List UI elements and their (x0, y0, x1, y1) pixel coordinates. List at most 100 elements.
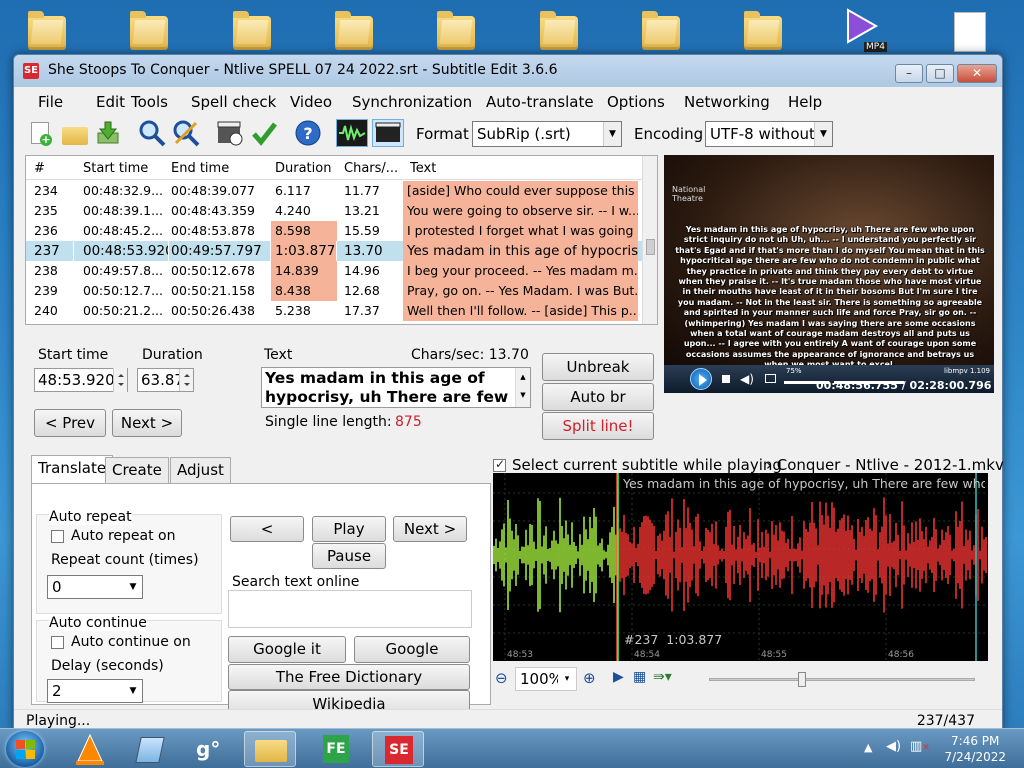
video-toggle-icon[interactable] (372, 119, 404, 147)
prev-button[interactable]: < Prev (34, 409, 106, 437)
google-button[interactable]: Google (354, 636, 470, 663)
zoom-in-icon[interactable]: ⊕ (583, 669, 596, 687)
fullscreen-icon[interactable] (765, 374, 776, 383)
visual-sync-icon[interactable] (216, 119, 244, 147)
menu-edit[interactable]: Edit (96, 93, 125, 111)
menu-file[interactable]: File (38, 93, 63, 111)
auto-repeat-checkbox[interactable] (51, 530, 64, 543)
desktop-folder-icon[interactable] (335, 6, 373, 52)
desktop-folder-icon[interactable] (130, 6, 168, 52)
google-it-button[interactable]: Google it (228, 636, 346, 663)
new-file-icon[interactable]: + (26, 119, 54, 147)
previous-subtitle-button[interactable]: < (230, 516, 304, 542)
desktop-folder-icon[interactable] (540, 6, 578, 52)
search-text-input[interactable] (228, 590, 472, 628)
repeat-count-select[interactable]: 0 ▼ (47, 575, 143, 599)
audio-waveform[interactable]: 48:53 48:54 48:55 48:56 Yes madam in this a… (493, 473, 988, 661)
volume-tray-icon[interactable]: ◀) (886, 739, 901, 754)
menu-networking[interactable]: Networking (684, 93, 770, 111)
free-dictionary-button[interactable]: The Free Dictionary (228, 664, 470, 690)
menu-tools[interactable]: Tools (131, 93, 168, 111)
video-player[interactable]: National Theatre Yes madam in this age o… (664, 155, 994, 393)
format-select[interactable]: SubRip (.srt) ▼ (472, 121, 622, 147)
unbreak-button[interactable]: Unbreak (542, 353, 654, 381)
notebook-taskbar-icon[interactable] (124, 731, 176, 767)
desktop-folder-icon[interactable] (744, 6, 782, 52)
split-line-button[interactable]: Split line! (542, 412, 654, 440)
subtitle-text-input[interactable]: Yes madam in this age of hypocrisy, uh T… (261, 367, 531, 408)
zoom-select[interactable]: 100% ▾ (515, 667, 577, 691)
menu-video[interactable]: Video (290, 93, 332, 111)
start-time-spinner[interactable] (113, 368, 127, 392)
clock[interactable]: 7:46 PM 7/24/2022 (944, 733, 1006, 765)
pause-button[interactable]: Pause (312, 543, 386, 569)
menu-spell-check[interactable]: Spell check (191, 93, 276, 111)
select-current-subtitle-checkbox[interactable] (493, 457, 506, 472)
col-start-time[interactable]: Start time (83, 161, 148, 176)
table-row[interactable]: 235 00:48:39.1... 00:48:43.359 4.240 13.21 Yo… (26, 201, 644, 221)
sync-arrows-icon[interactable]: ⇛▾ (653, 669, 672, 685)
delay-select[interactable]: 2 ▼ (47, 679, 143, 703)
spell-check-icon[interactable] (250, 119, 278, 147)
subtitle-grid[interactable]: # Start time End time Duration Chars/...… (25, 155, 658, 325)
zoom-out-icon[interactable]: ⊖ (495, 669, 508, 687)
desktop-folder-icon[interactable] (437, 6, 475, 52)
table-row[interactable]: 234 00:48:32.9... 00:48:39.077 6.117 11.77 [a… (26, 181, 644, 201)
help-icon[interactable]: ? (294, 119, 322, 147)
menu-options[interactable]: Options (607, 93, 665, 111)
title-bar[interactable]: SE She Stoops To Conquer - Ntlive SPELL … (14, 55, 1002, 87)
desktop-folder-icon[interactable] (233, 6, 271, 52)
desktop-mp4-icon[interactable]: MP4 (840, 6, 890, 52)
stop-icon[interactable] (722, 375, 730, 383)
auto-br-button[interactable]: Auto br (542, 383, 654, 411)
save-download-icon[interactable] (94, 119, 122, 147)
gom-taskbar-icon[interactable]: g° (184, 731, 236, 767)
next-button[interactable]: Next > (112, 409, 182, 437)
play-icon[interactable] (690, 368, 712, 390)
menu-help[interactable]: Help (788, 93, 822, 111)
vlc-taskbar-icon[interactable] (64, 731, 116, 767)
minimize-button[interactable]: – (895, 64, 923, 83)
desktop-folder-icon[interactable] (28, 6, 66, 52)
find-icon[interactable] (138, 119, 166, 147)
tray-expand-icon[interactable]: ▲ (864, 741, 872, 754)
table-row[interactable]: 237 00:48:53.920 00:49:57.797 1:03.877 13.70… (26, 241, 644, 261)
col-number[interactable]: # (34, 161, 45, 176)
table-row[interactable]: 238 00:49:57.8... 00:50:12.678 14.839 14.96 I… (26, 261, 644, 281)
tab-create[interactable]: Create (105, 457, 169, 483)
editor-taskbar-icon[interactable]: FE (310, 731, 362, 767)
maximize-button[interactable]: □ (926, 64, 954, 83)
grid-scrollbar[interactable] (642, 156, 657, 324)
menu-synchronization[interactable]: Synchronization (352, 93, 472, 111)
col-chars-per-sec[interactable]: Chars/... (344, 161, 398, 176)
table-row[interactable]: 239 00:50:12.7... 00:50:21.158 8.438 12.68 Pr… (26, 281, 644, 301)
desktop-folder-icon[interactable] (642, 6, 680, 52)
duration-input[interactable]: 63.877 (137, 368, 194, 392)
menu-auto-translate[interactable]: Auto-translate (486, 93, 594, 111)
desktop-document-icon[interactable] (952, 6, 990, 52)
auto-continue-checkbox[interactable] (51, 636, 64, 649)
tab-translate[interactable]: Translate (31, 455, 114, 483)
volume-icon[interactable]: ◀) (740, 372, 754, 386)
col-duration[interactable]: Duration (275, 161, 331, 176)
text-scrollbar[interactable]: ▲ ▼ (515, 368, 530, 407)
duration-spinner[interactable] (179, 369, 193, 391)
grid-view-icon[interactable]: ▦ (633, 669, 646, 685)
waveform-position-slider[interactable] (709, 672, 975, 687)
col-end-time[interactable]: End time (171, 161, 229, 176)
waveform-toggle-icon[interactable] (336, 119, 368, 147)
next-subtitle-button[interactable]: Next > (393, 516, 467, 542)
subtitle-edit-taskbar-icon[interactable]: SE (372, 731, 424, 767)
play-button[interactable]: Play (312, 516, 386, 542)
network-tray-icon[interactable]: ▥✕ (910, 739, 930, 754)
close-button[interactable]: ✕ (957, 64, 997, 83)
start-button[interactable] (6, 731, 44, 767)
start-time-input[interactable]: 48:53.920 (34, 368, 128, 392)
open-folder-icon[interactable] (60, 119, 88, 147)
replace-icon[interactable] (172, 119, 200, 147)
table-row[interactable]: 240 00:50:21.2... 00:50:26.438 5.238 17.37 We… (26, 301, 644, 321)
play-selection-icon[interactable]: ▶ (613, 669, 624, 685)
col-text[interactable]: Text (410, 161, 436, 176)
tab-adjust[interactable]: Adjust (170, 457, 231, 483)
table-row[interactable]: 236 00:48:45.2... 00:48:53.878 8.598 15.59 I … (26, 221, 644, 241)
